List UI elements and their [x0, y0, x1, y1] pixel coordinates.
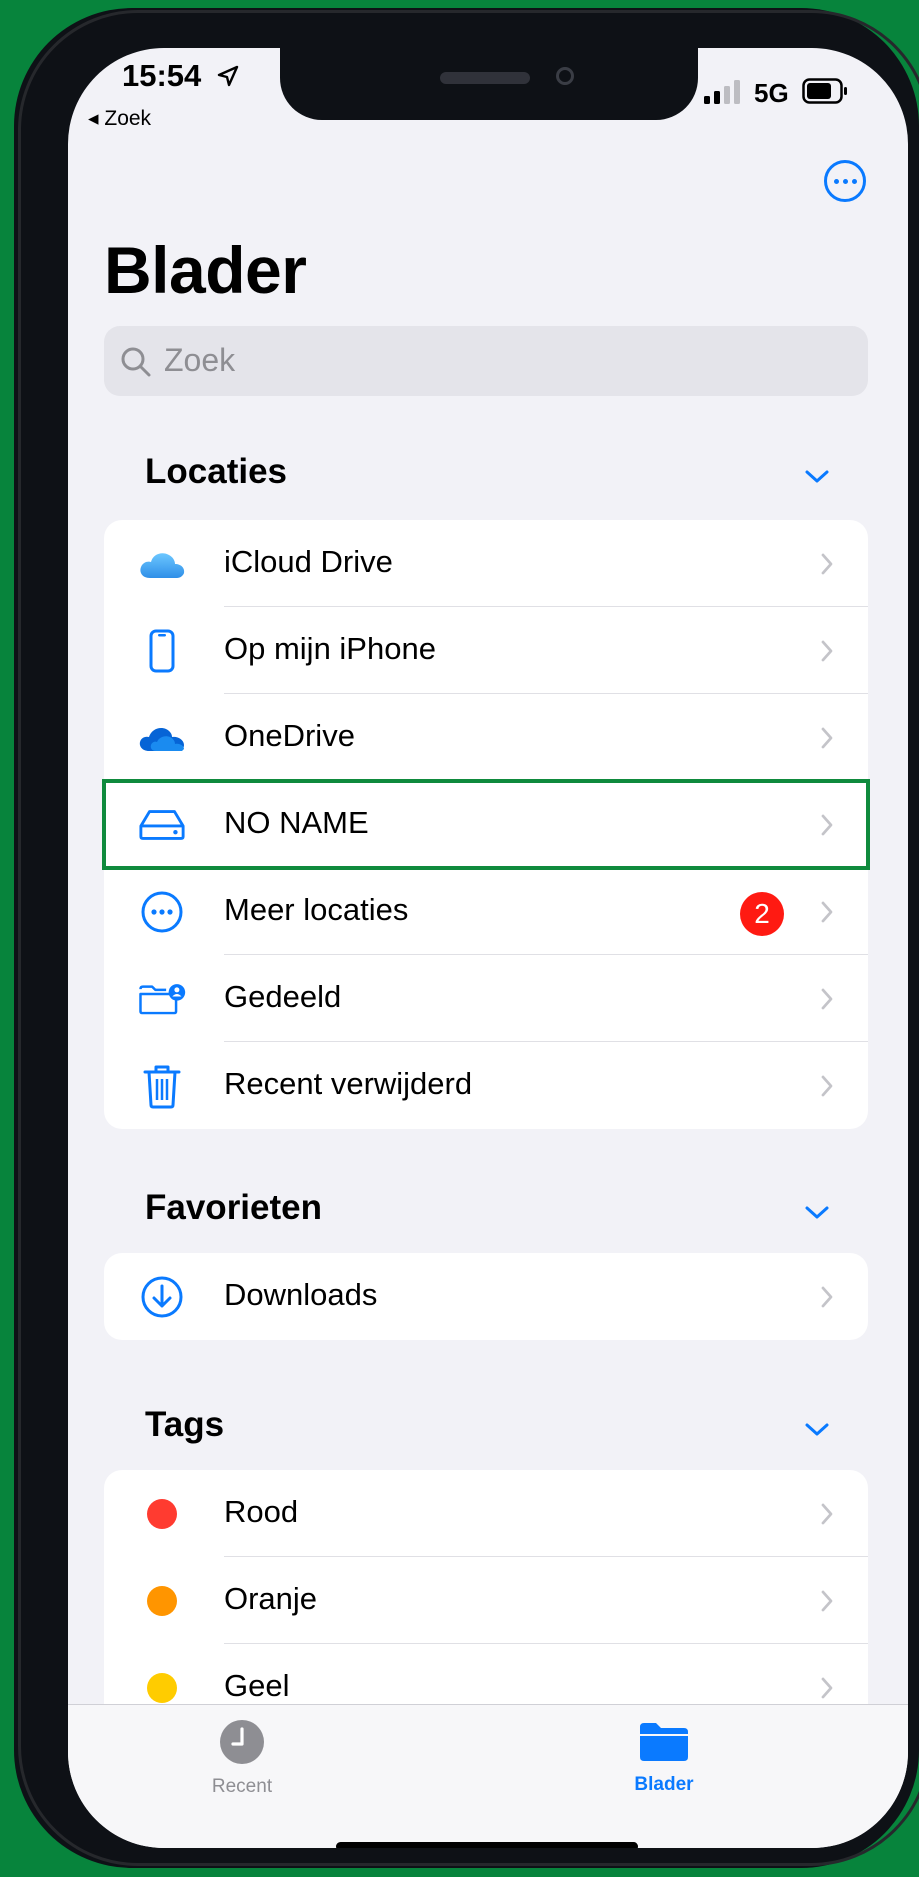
- ellipsis-circle-icon: [138, 889, 186, 935]
- row-label: Downloads: [224, 1277, 378, 1312]
- search-field[interactable]: Zoek: [104, 326, 868, 396]
- cellular-signal-icon: [704, 80, 740, 104]
- shared-folder-icon: [138, 976, 186, 1022]
- chevron-down-icon[interactable]: [802, 1419, 832, 1439]
- tab-bar: Recent Blader: [68, 1704, 908, 1848]
- tag-rood[interactable]: Rood: [104, 1470, 868, 1557]
- locations-list: iCloud Drive Op mijn iPhone OneDrive NO …: [102, 520, 870, 1129]
- favorites-list: Downloads: [104, 1253, 868, 1340]
- row-label: NO NAME: [224, 805, 369, 840]
- chevron-right-icon: [821, 553, 833, 575]
- chevron-down-icon[interactable]: [802, 466, 832, 486]
- network-type: 5G: [754, 78, 789, 108]
- notch: [280, 48, 698, 120]
- row-label: iCloud Drive: [224, 544, 393, 579]
- tab-recent[interactable]: Recent: [152, 1719, 332, 1798]
- chevron-down-icon[interactable]: [802, 1202, 832, 1222]
- chevron-right-icon: [821, 640, 833, 662]
- phone-screen: 15:54 ◂ Zoek 5G Blader Zoek Locaties iCl…: [68, 48, 908, 1848]
- ellipsis-circle-icon[interactable]: [824, 160, 866, 202]
- download-circle-icon: [138, 1274, 186, 1320]
- tab-blader[interactable]: Blader: [574, 1719, 754, 1796]
- location-op-mijn-iphone[interactable]: Op mijn iPhone: [104, 607, 868, 694]
- chevron-right-icon: [821, 988, 833, 1010]
- location-onedrive[interactable]: OneDrive: [104, 694, 868, 781]
- earpiece: [440, 72, 530, 84]
- status-time: 15:54: [122, 58, 240, 94]
- chevron-right-icon: [821, 901, 833, 923]
- chevron-right-icon: [821, 1286, 833, 1308]
- location-arrow-icon: [217, 65, 239, 87]
- row-label: Recent verwijderd: [224, 1066, 473, 1101]
- chevron-right-icon: [821, 1590, 833, 1612]
- chevron-right-icon: [821, 727, 833, 749]
- location-meer-locaties[interactable]: Meer locaties 2: [104, 868, 868, 955]
- location-icloud-drive[interactable]: iCloud Drive: [104, 520, 868, 607]
- chevron-right-icon: [821, 1503, 833, 1525]
- iphone-icon: [138, 628, 186, 674]
- section-header-favorites: Favorieten: [145, 1188, 322, 1227]
- front-camera: [556, 67, 574, 85]
- trash-icon: [138, 1063, 186, 1109]
- folder-icon: [640, 1723, 688, 1761]
- search-icon: [121, 347, 151, 377]
- clock-icon: [220, 1720, 264, 1764]
- chevron-right-icon: [821, 814, 833, 836]
- home-indicator[interactable]: [336, 1842, 638, 1848]
- location-gedeeld[interactable]: Gedeeld: [104, 955, 868, 1042]
- section-header-tags: Tags: [145, 1405, 225, 1444]
- tab-label: Blader: [634, 1774, 694, 1795]
- chevron-right-icon: [821, 1075, 833, 1097]
- row-label: Rood: [224, 1494, 299, 1529]
- search-placeholder: Zoek: [164, 342, 236, 378]
- favorite-downloads[interactable]: Downloads: [104, 1253, 868, 1340]
- page-title: Blader: [104, 233, 307, 307]
- tag-color-dot: [138, 1491, 186, 1537]
- location-no-name[interactable]: NO NAME: [102, 779, 870, 870]
- tag-oranje[interactable]: Oranje: [104, 1557, 868, 1644]
- row-label: Gedeeld: [224, 979, 342, 1014]
- status-time-text: 15:54: [122, 58, 202, 93]
- chevron-right-icon: [821, 1677, 833, 1699]
- battery-icon: [802, 78, 847, 104]
- onedrive-icon: [138, 715, 186, 761]
- external-drive-icon: [138, 802, 186, 848]
- row-label: Op mijn iPhone: [224, 631, 436, 666]
- back-to-app[interactable]: ◂ Zoek: [88, 106, 151, 131]
- icloud-icon: [138, 541, 186, 587]
- section-header-locations: Locaties: [145, 452, 287, 491]
- tab-label: Recent: [211, 1776, 273, 1797]
- row-label: OneDrive: [224, 718, 355, 753]
- phone-frame: 15:54 ◂ Zoek 5G Blader Zoek Locaties iCl…: [14, 8, 919, 1868]
- location-recent-verwijderd[interactable]: Recent verwijderd: [104, 1042, 868, 1129]
- notification-badge: 2: [740, 892, 784, 936]
- tag-color-dot: [138, 1578, 186, 1624]
- row-label: Geel: [224, 1668, 290, 1703]
- row-label: Oranje: [224, 1581, 318, 1616]
- tags-list: Rood Oranje Geel: [104, 1470, 868, 1731]
- row-label: Meer locaties: [224, 892, 409, 927]
